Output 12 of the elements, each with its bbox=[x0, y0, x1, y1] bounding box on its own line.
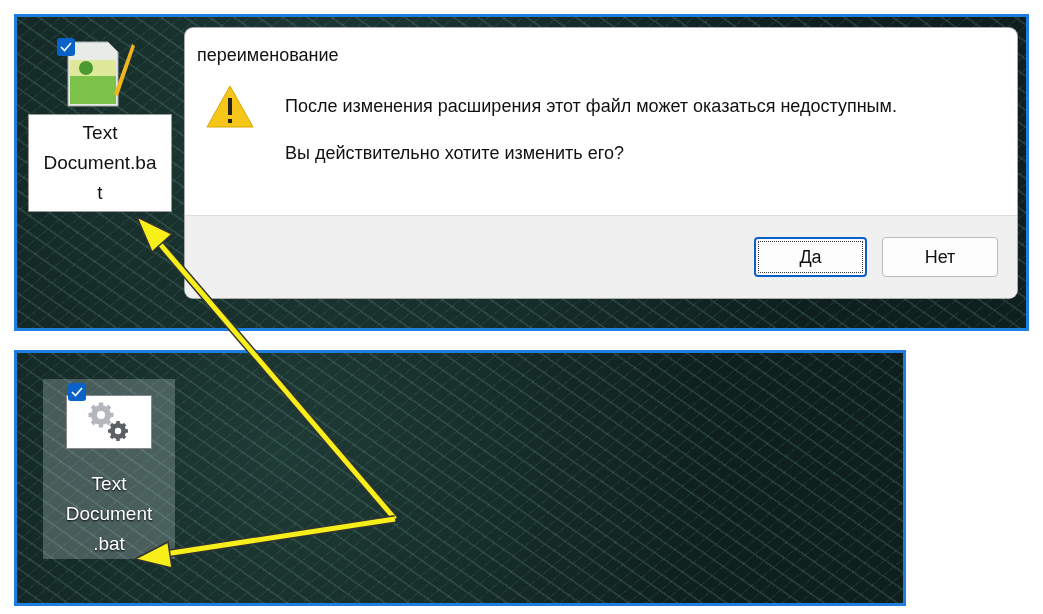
checkbox[interactable] bbox=[57, 38, 75, 56]
file-name: Text Document .bat bbox=[65, 472, 153, 556]
dialog-title: переименование bbox=[196, 44, 340, 66]
notepad-file-icon[interactable] bbox=[64, 38, 136, 108]
file-name-field[interactable]: Text Document.ba t bbox=[28, 114, 172, 212]
checkbox[interactable] bbox=[68, 383, 86, 401]
desktop-icon-tile[interactable]: Text Document .bat bbox=[43, 379, 175, 559]
no-button[interactable]: Нет bbox=[882, 237, 998, 277]
warning-icon bbox=[205, 84, 255, 130]
dialog-message: После изменения расширения этот файл может оказаться недоступным. bbox=[285, 96, 897, 117]
yes-button[interactable]: Да bbox=[754, 237, 867, 277]
dialog-message: Вы действительно хотите изменить его? bbox=[285, 143, 625, 164]
